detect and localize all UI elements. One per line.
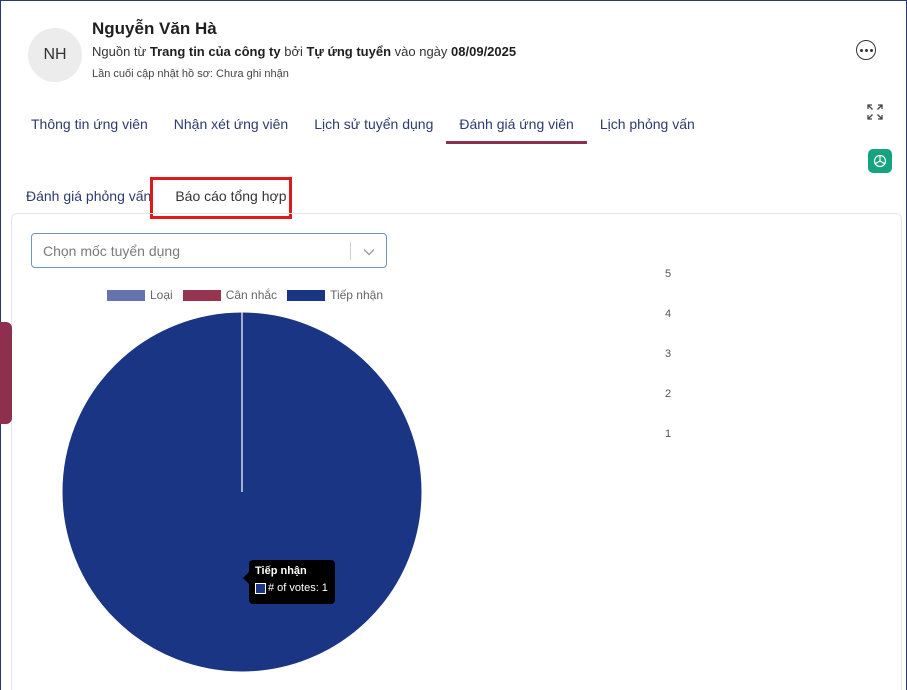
source-channel: Tự ứng tuyển — [306, 44, 392, 59]
candidate-source-line: Nguồn từ Trang tin của công ty bởi Tự ứn… — [92, 44, 516, 59]
expand-icon[interactable] — [867, 104, 883, 120]
tooltip-swatch — [255, 582, 266, 594]
last-updated: Lần cuối cập nhật hồ sơ: Chưa ghi nhận — [92, 68, 289, 80]
y-tick-label: 1 — [665, 428, 672, 440]
chevron-down-icon[interactable] — [362, 245, 376, 259]
legend-item-tiep-nhan[interactable]: Tiếp nhận — [287, 288, 383, 302]
tooltip-label: # of votes: 1 — [268, 582, 328, 594]
legend-label-can-nhac: Cân nhắc — [225, 288, 278, 302]
legend-swatch-can-nhac — [182, 289, 221, 301]
source-by: bởi — [280, 44, 307, 59]
recruitment-milestone-select[interactable]: Chọn mốc tuyển dụng — [31, 233, 387, 268]
y-tick-label: 2 — [665, 388, 672, 400]
legend-swatch-tiep-nhan — [287, 289, 326, 301]
main-tabs: Thông tin ứng viên Nhận xét ứng viên Lịc… — [18, 104, 708, 144]
avatar-initials: NH — [43, 46, 67, 63]
tab-nhan-xet-ung-vien[interactable]: Nhận xét ứng viên — [161, 104, 301, 144]
source-prefix: Nguồn từ — [92, 44, 150, 59]
y-tick-label: 3 — [665, 348, 672, 360]
chart-legend: Loại Cân nhắc Tiếp nhận — [107, 288, 393, 302]
legend-item-loai[interactable]: Loại — [107, 288, 173, 302]
legend-swatch-loai — [107, 289, 145, 301]
select-placeholder: Chọn mốc tuyển dụng — [43, 243, 180, 259]
tab-danh-gia-ung-vien[interactable]: Đánh giá ứng viên — [446, 104, 588, 144]
tooltip-title: Tiếp nhận — [255, 565, 307, 577]
legend-label-tiep-nhan: Tiếp nhận — [330, 288, 383, 302]
source-date: 08/09/2025 — [451, 44, 517, 59]
y-tick-label: 4 — [665, 308, 672, 320]
legend-item-can-nhac[interactable]: Cân nhắc — [182, 288, 278, 302]
select-separator — [350, 242, 351, 260]
tab-lich-phong-van[interactable]: Lịch phỏng vấn — [587, 104, 708, 144]
subtab-danh-gia-phong-van[interactable]: Đánh giá phỏng vấn — [16, 182, 161, 210]
more-options-icon[interactable] — [856, 40, 876, 60]
chatgpt-icon[interactable] — [868, 149, 892, 173]
date-prefix: vào ngày — [391, 44, 452, 59]
side-drawer-tab[interactable] — [0, 322, 12, 424]
candidate-name: Nguyễn Văn Hà — [92, 19, 217, 38]
pie-chart — [61, 311, 423, 673]
legend-label-loai: Loại — [150, 288, 173, 302]
tab-thong-tin-ung-vien[interactable]: Thông tin ứng viên — [18, 104, 161, 144]
y-tick-label: 5 — [665, 268, 672, 280]
source-name: Trang tin của công ty — [149, 44, 281, 59]
tooltip-row: # of votes: 1 — [255, 582, 329, 594]
tab-lich-su-tuyen-dung[interactable]: Lịch sử tuyển dụng — [301, 104, 446, 144]
avatar: NH — [28, 28, 82, 82]
chart-tooltip: Tiếp nhận # of votes: 1 — [243, 560, 335, 604]
